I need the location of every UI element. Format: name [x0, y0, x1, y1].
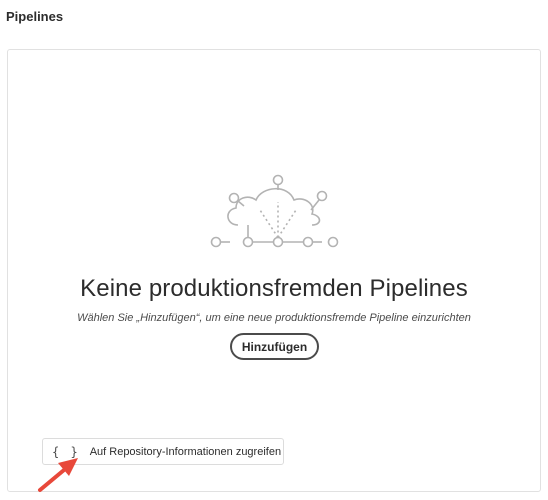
red-arrow-icon: [38, 458, 78, 492]
repository-info-label: Auf Repository-Informationen zugreifen: [89, 445, 282, 458]
add-pipeline-button-label: Hinzufügen: [241, 339, 308, 354]
cloud-network-icon: [210, 174, 339, 248]
add-pipeline-button[interactable]: Hinzufügen: [230, 333, 319, 360]
pipelines-card: [7, 49, 541, 492]
empty-state-description: Wählen Sie „Hinzufügen“, um eine neue pr…: [77, 312, 471, 324]
empty-state-title: Keine produktionsfremden Pipelines: [80, 275, 468, 302]
page-title: Pipelines: [6, 9, 64, 24]
